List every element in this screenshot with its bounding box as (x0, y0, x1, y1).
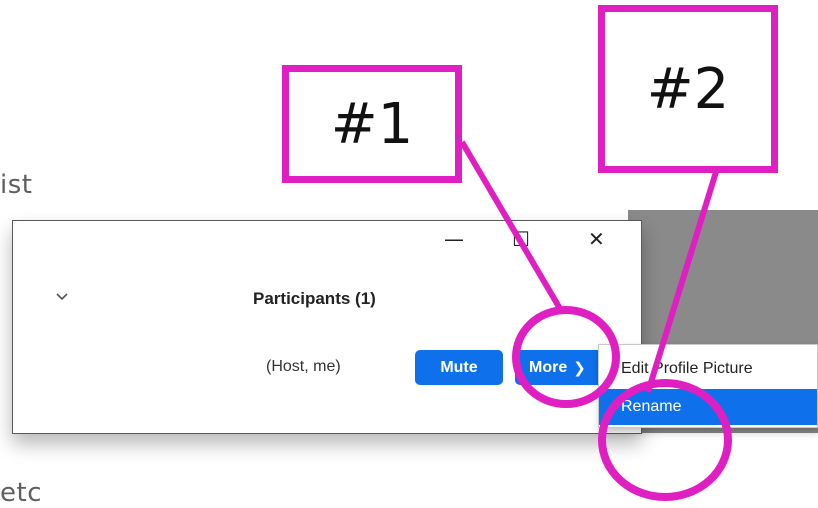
menu-item-label: Edit Profile Picture (621, 360, 753, 377)
menu-item-label: Rename (621, 398, 682, 415)
participants-window: — ☐ ✕ Participants (1) (Host, me) Mute M… (12, 220, 642, 434)
mute-button[interactable]: Mute (415, 350, 503, 385)
callout-box-1: #1 (282, 65, 462, 183)
callout-box-2: #2 (598, 5, 778, 173)
mute-button-label: Mute (440, 358, 478, 376)
menu-item-edit-profile-picture[interactable]: Edit Profile Picture (599, 351, 817, 387)
background-text-top: ist (0, 170, 33, 200)
more-button-label: More (529, 358, 568, 376)
chevron-right-icon: ❯ (573, 359, 586, 377)
chevron-down-icon[interactable] (53, 287, 71, 305)
participant-host-label: (Host, me) (266, 358, 341, 375)
close-icon[interactable]: ✕ (588, 227, 605, 251)
minimize-icon[interactable]: — (444, 227, 464, 251)
more-context-menu: Edit Profile Picture Rename (598, 344, 818, 428)
participants-title: Participants (1) (253, 289, 376, 308)
background-text-bottom: etc (0, 478, 42, 508)
more-button[interactable]: More ❯ (515, 350, 603, 385)
callout-label-1: #1 (330, 91, 414, 157)
menu-item-rename[interactable]: Rename (599, 389, 817, 425)
callout-label-2: #2 (646, 56, 730, 122)
maximize-icon[interactable]: ☐ (512, 227, 530, 251)
